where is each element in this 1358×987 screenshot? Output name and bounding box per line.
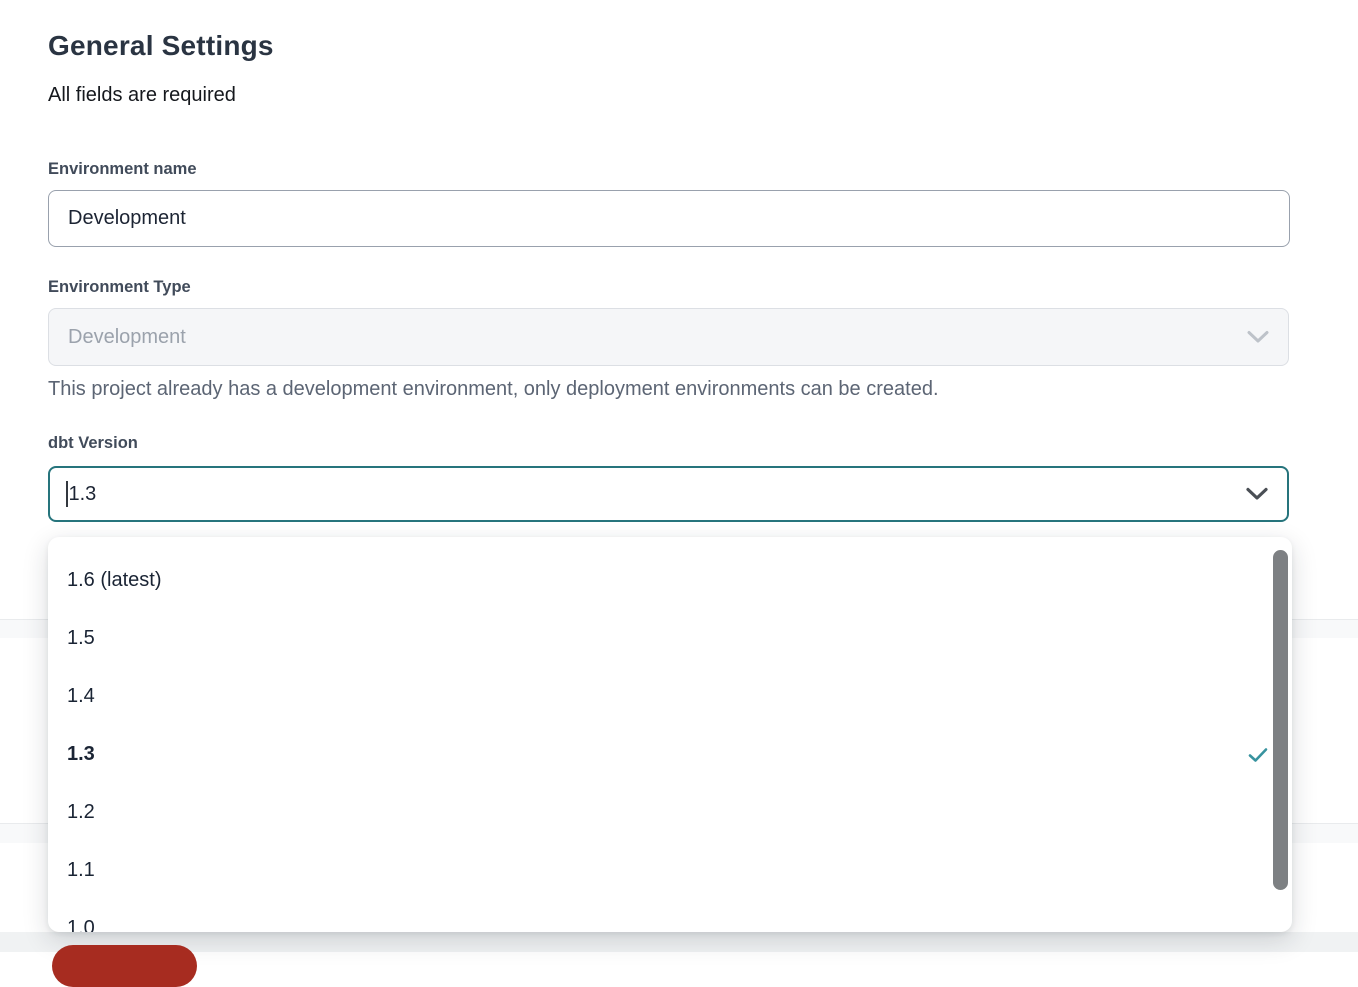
check-icon (1248, 746, 1268, 762)
option-label: 1.1 (67, 859, 95, 882)
environment-type-helper-text: This project already has a development e… (48, 378, 939, 401)
page-title: General Settings (48, 30, 274, 62)
background-bottom-strip (0, 932, 1358, 952)
dropdown-option[interactable]: 1.4 (48, 667, 1292, 725)
dropdown-option[interactable]: 1.0 (48, 899, 1292, 932)
page-subtitle: All fields are required (48, 84, 236, 107)
option-label: 1.5 (67, 627, 95, 650)
environment-type-select: Development (48, 308, 1289, 366)
environment-type-value: Development (68, 326, 186, 349)
dbt-version-value: 1.3 (69, 483, 97, 506)
environment-name-label: Environment name (48, 160, 197, 179)
environment-type-label: Environment Type (48, 278, 191, 297)
option-label: 1.4 (67, 685, 95, 708)
dropdown-option[interactable]: 1.2 (48, 783, 1292, 841)
dbt-version-combobox[interactable]: 1.3 (48, 466, 1289, 522)
dbt-version-label: dbt Version (48, 434, 138, 453)
dropdown-scrollbar-thumb[interactable] (1273, 550, 1288, 890)
dropdown-option[interactable]: 1.6 (latest) (48, 551, 1292, 609)
option-label: 1.0 (67, 917, 95, 933)
danger-button[interactable] (52, 945, 197, 987)
dropdown-option-selected[interactable]: 1.3 (48, 725, 1292, 783)
dropdown-option[interactable]: 1.1 (48, 841, 1292, 899)
option-label: 1.3 (67, 743, 95, 766)
dbt-version-dropdown: 1.6 (latest) 1.5 1.4 1.3 1.2 1.1 1.0 (48, 537, 1292, 932)
chevron-down-icon[interactable] (1246, 488, 1268, 501)
option-label: 1.6 (latest) (67, 569, 161, 592)
environment-name-input[interactable] (48, 190, 1290, 247)
text-cursor (66, 481, 68, 507)
chevron-down-icon (1247, 331, 1269, 344)
dropdown-option[interactable]: 1.5 (48, 609, 1292, 667)
option-label: 1.2 (67, 801, 95, 824)
